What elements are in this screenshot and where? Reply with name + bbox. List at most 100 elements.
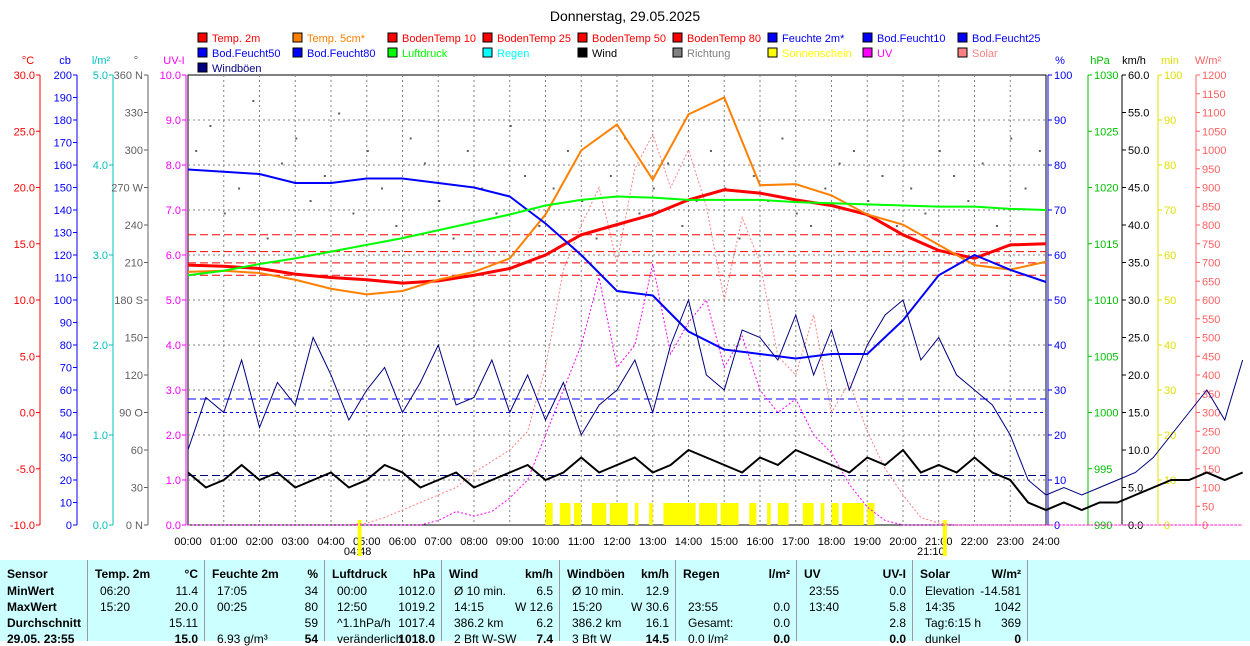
direction-point (995, 225, 998, 227)
legend-swatch (197, 47, 208, 58)
table-cell: 34 (304, 584, 318, 598)
table-column: Feuchte 2m% 17:05 34 00:25 80 59 6.93 g/m³ 54 (205, 560, 325, 646)
legend-swatch (957, 47, 968, 58)
direction-point (381, 187, 384, 190)
axis-tick-label: 350 (1202, 389, 1220, 401)
axis-tick-label: 850 (1202, 201, 1220, 213)
legend-swatch (672, 47, 683, 58)
axis-tick-label: 40 (1054, 340, 1066, 352)
axis-tick-label: 80 (1164, 160, 1176, 172)
axis-tick-label: 180 S (114, 295, 143, 307)
axis-tick-label: 0.0 (1128, 520, 1143, 532)
axis-tick-label: 0 (1202, 520, 1208, 532)
table-cell: km/h (524, 567, 553, 581)
direction-point (667, 162, 670, 165)
table-cell: 0.0 (773, 616, 790, 630)
axis-tick-label: -10.0 (10, 520, 35, 532)
axis-tick-label: 70 (1164, 205, 1176, 217)
axis-tick-label: 30 (1164, 385, 1176, 397)
axis-tick-label: 500 (1202, 333, 1220, 345)
table-cell: veränderlich (337, 632, 403, 646)
axis-tick-label: 1150 (1202, 89, 1226, 101)
axis-tick-label: 1.0 (166, 475, 181, 487)
axis-tick-label: 4.0 (93, 160, 108, 172)
legend-swatch (482, 32, 493, 43)
legend-swatch (387, 47, 398, 58)
x-tick-label: 20:00 (889, 536, 917, 548)
x-tick-label: 04:00 (317, 536, 345, 548)
direction-point (981, 162, 984, 165)
legend-swatch (482, 47, 493, 58)
axis-tick-label: 150 (125, 333, 143, 345)
table-cell: 1012.0 (398, 584, 435, 598)
legend-label: Bod.Feucht50 (212, 48, 281, 60)
axis-tick-label: 9.0 (166, 115, 181, 127)
table-cell: 1019.2 (398, 600, 435, 614)
legend-label: Luftdruck (402, 48, 448, 60)
direction-point (538, 225, 541, 227)
table-column: UV UV-I 23:55 0.0 13:40 5.8 2.8 0.0 (797, 560, 913, 646)
table-cell: dunkel (925, 632, 961, 646)
axis-tick-label: 0 (1164, 520, 1170, 532)
table-cell: 0.0 l/m² (688, 632, 729, 646)
axis-tick-label: 0.0 (20, 408, 35, 420)
direction-point (195, 150, 198, 152)
table-cell: MinWert (7, 584, 55, 598)
legend-label: BodenTemp 25 (497, 33, 571, 45)
table-cell: Solar (920, 567, 951, 581)
table-cell: UV (804, 567, 821, 581)
x-tick-label: 01:00 (210, 536, 238, 548)
table-cell: Tag:6:15 h (925, 616, 982, 630)
direction-point (681, 225, 684, 227)
table-cell: Gesamt: (688, 616, 734, 630)
direction-point (838, 162, 841, 165)
axis-unit: UV-I (163, 55, 184, 67)
direction-point (323, 175, 326, 177)
legend-swatch (577, 32, 588, 43)
axis-tick-label: 1015 (1094, 239, 1118, 251)
direction-point (1024, 187, 1027, 190)
table-cell: 20.0 (174, 600, 198, 614)
table-cell: MaxWert (7, 600, 57, 614)
direction-point (423, 162, 426, 165)
table-column: Windböen km/h Ø 10 min. 12.9 15:20 W 30.6 386.… (560, 560, 676, 646)
axis-unit: W/m² (1195, 55, 1222, 67)
axis-unit: km/h (1122, 55, 1146, 67)
axis-tick-label: 1020 (1094, 183, 1118, 195)
table-cell: 0.0 (773, 600, 790, 614)
axis-tick-label: 7.0 (166, 205, 181, 217)
axis-tick-label: 15.0 (14, 239, 35, 251)
table-cell: 1042 (994, 600, 1021, 614)
direction-point (609, 175, 612, 177)
legend-swatch (862, 47, 873, 58)
table-cell: Elevation (925, 584, 975, 598)
sunshine-bar (867, 503, 875, 525)
table-cell: W 30.6 (630, 600, 669, 614)
direction-point (223, 212, 226, 215)
axis-tick-label: 360 N (114, 70, 143, 82)
x-tick-label: 15:00 (710, 536, 738, 548)
table-cell: 6.93 g/m³ (217, 632, 268, 646)
direction-point (266, 237, 269, 240)
x-tick-label: 17:00 (782, 536, 810, 548)
direction-point (1038, 150, 1041, 152)
axis-tick-label: 15.0 (1128, 408, 1149, 420)
axis-tick-label: 30.0 (14, 70, 35, 82)
table-cell: 17:05 (217, 584, 248, 598)
direction-point (953, 175, 956, 177)
direction-point (795, 212, 798, 215)
table-cell: 15:20 (572, 600, 603, 614)
direction-point (409, 137, 412, 140)
axis-tick-label: 8.0 (166, 160, 181, 172)
table-cell: hPa (412, 567, 435, 581)
direction-point (338, 112, 341, 115)
legend-label: Sonnenschein (782, 48, 852, 60)
table-cell: 1018.0 (398, 632, 435, 646)
axis-tick-label: 750 (1202, 239, 1220, 251)
axis-tick-label: 270 W (111, 183, 143, 195)
x-tick-label: 23:00 (996, 536, 1024, 548)
axis-tick-label: 0.0 (93, 520, 108, 532)
axis-tick-label: 950 (1202, 164, 1220, 176)
table-cell: 12.9 (645, 584, 669, 598)
table-cell: 15.11 (168, 616, 198, 630)
